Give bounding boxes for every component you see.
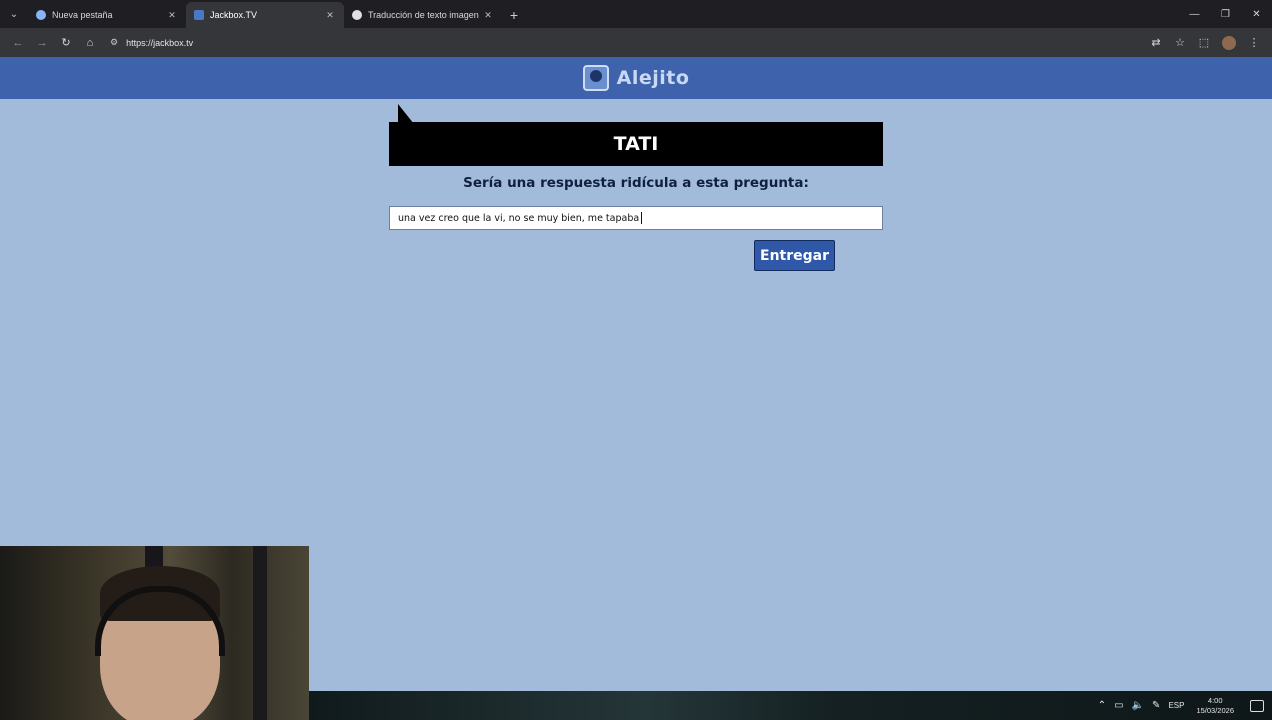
submit-button[interactable]: Entregar: [754, 240, 835, 271]
clock-time: 4:00: [1207, 695, 1223, 705]
chrome-icon: [36, 10, 46, 20]
chevron-up-icon[interactable]: ⌃: [1098, 700, 1106, 711]
pen-icon[interactable]: ✎: [1152, 700, 1160, 711]
language-indicator[interactable]: ESP: [1168, 701, 1184, 710]
address-bar[interactable]: ⚙ https://jackbox.tv: [106, 32, 1106, 54]
tab-translation[interactable]: Traducción de texto imagen ✕: [344, 2, 502, 28]
display-icon[interactable]: ▭: [1114, 700, 1123, 711]
forward-icon[interactable]: →: [30, 31, 54, 55]
clock-date: 15/03/2026: [1196, 705, 1234, 715]
tab-jackbox[interactable]: Jackbox.TV ✕: [186, 2, 344, 28]
tab-title: Nueva pestaña: [52, 10, 113, 20]
player-header: Alejito: [0, 57, 1272, 99]
site-info-icon[interactable]: ⚙: [110, 37, 118, 48]
browser-tabstrip: ⌄ Nueva pestaña ✕ Jackbox.TV ✕ Traducció…: [0, 0, 1272, 28]
browser-toolbar: ← → ↻ ⌂ ⚙ https://jackbox.tv ⇄ ☆ ⬚ ⋮: [0, 28, 1272, 57]
speaker-name: TATI: [613, 133, 659, 155]
menu-dots-icon[interactable]: ⋮: [1242, 31, 1266, 55]
player-name: Alejito: [616, 67, 690, 89]
profile-avatar[interactable]: [1222, 35, 1236, 50]
os-taskbar: ⌃ ▭ 🔈 ✎ ESP 4:00 15/03/2026: [309, 691, 1272, 720]
bookmark-star-icon[interactable]: ☆: [1168, 31, 1192, 55]
background-door: [253, 546, 267, 720]
restore-icon[interactable]: ❐: [1210, 0, 1241, 28]
question-prompt: Sería una respuesta ridícula a esta preg…: [463, 175, 809, 191]
window-controls: — ❐ ✕: [1179, 0, 1272, 28]
webcam-overlay: [0, 546, 309, 720]
jackbox-favicon-icon: [194, 10, 204, 20]
clock[interactable]: 4:00 15/03/2026: [1196, 696, 1234, 716]
home-icon[interactable]: ⌂: [78, 31, 102, 55]
text-caret: [641, 212, 643, 224]
player-avatar-icon: [582, 65, 609, 91]
close-tab-icon[interactable]: ✕: [324, 10, 336, 21]
answer-value: una vez creo que la vi, no se muy bien, …: [398, 212, 640, 224]
translate-icon[interactable]: ⇄: [1144, 31, 1168, 55]
system-tray: ⌃ ▭ 🔈 ✎ ESP 4:00 15/03/2026: [1098, 696, 1264, 716]
volume-icon[interactable]: 🔈: [1132, 700, 1144, 711]
back-icon[interactable]: ←: [6, 31, 30, 55]
close-tab-icon[interactable]: ✕: [166, 10, 178, 21]
notifications-icon[interactable]: [1250, 699, 1264, 712]
close-tab-icon[interactable]: ✕: [482, 10, 494, 21]
url-text: https://jackbox.tv: [126, 37, 194, 48]
tab-new-tab[interactable]: Nueva pestaña ✕: [28, 2, 186, 28]
reload-icon[interactable]: ↻: [54, 31, 78, 55]
speech-bubble-tail: [398, 104, 414, 124]
player-badge: Alejito: [582, 65, 690, 91]
translate-favicon-icon: [352, 10, 362, 20]
answer-input[interactable]: una vez creo que la vi, no se muy bien, …: [389, 206, 883, 230]
speech-bubble: TATI: [389, 122, 883, 166]
extensions-icon[interactable]: ⬚: [1192, 31, 1216, 55]
new-tab-button[interactable]: +: [502, 2, 526, 28]
tab-title: Traducción de texto imagen: [368, 10, 479, 20]
close-window-icon[interactable]: ✕: [1241, 0, 1272, 28]
tab-title: Jackbox.TV: [210, 10, 258, 20]
tab-search-chevron-icon[interactable]: ⌄: [0, 0, 28, 28]
minimize-icon[interactable]: —: [1179, 0, 1210, 28]
